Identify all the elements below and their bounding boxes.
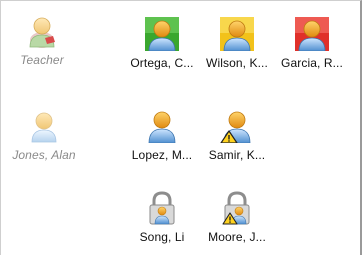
student-warning-icon (220, 111, 251, 143)
student-label: Song, Li (139, 230, 185, 244)
student-seat-ortega[interactable]: Ortega, C... (122, 17, 202, 70)
student-seat-wilson[interactable]: Wilson, K... (197, 17, 277, 70)
teacher-seat[interactable]: Teacher (2, 14, 82, 67)
student-offline-icon (31, 112, 57, 143)
student-label: Lopez, M... (131, 148, 193, 162)
student-label: Samir, K... (208, 148, 266, 162)
teacher-label: Teacher (20, 53, 64, 67)
teacher-icon (29, 17, 55, 48)
student-status-red-icon (295, 17, 329, 51)
student-seat-garcia[interactable]: Garcia, R... (272, 17, 352, 70)
student-seat-song[interactable]: Song, Li (122, 191, 202, 244)
student-seat-samir[interactable]: Samir, K... (197, 109, 277, 162)
student-label: Ortega, C... (130, 56, 194, 70)
student-status-green-icon (145, 17, 179, 51)
student-label: Wilson, K... (206, 56, 268, 70)
student-locked-warning-icon (222, 191, 250, 225)
student-seat-moore[interactable]: Moore, J... (197, 191, 277, 244)
student-seat-lopez[interactable]: Lopez, M... (122, 109, 202, 162)
student-label: Moore, J... (208, 230, 266, 244)
student-label: Jones, Alan (12, 148, 76, 162)
student-icon (148, 111, 176, 143)
student-seat-jones[interactable]: Jones, Alan (4, 109, 84, 162)
student-label: Garcia, R... (281, 56, 343, 70)
student-status-yellow-icon (220, 17, 254, 51)
student-locked-icon (149, 191, 175, 225)
